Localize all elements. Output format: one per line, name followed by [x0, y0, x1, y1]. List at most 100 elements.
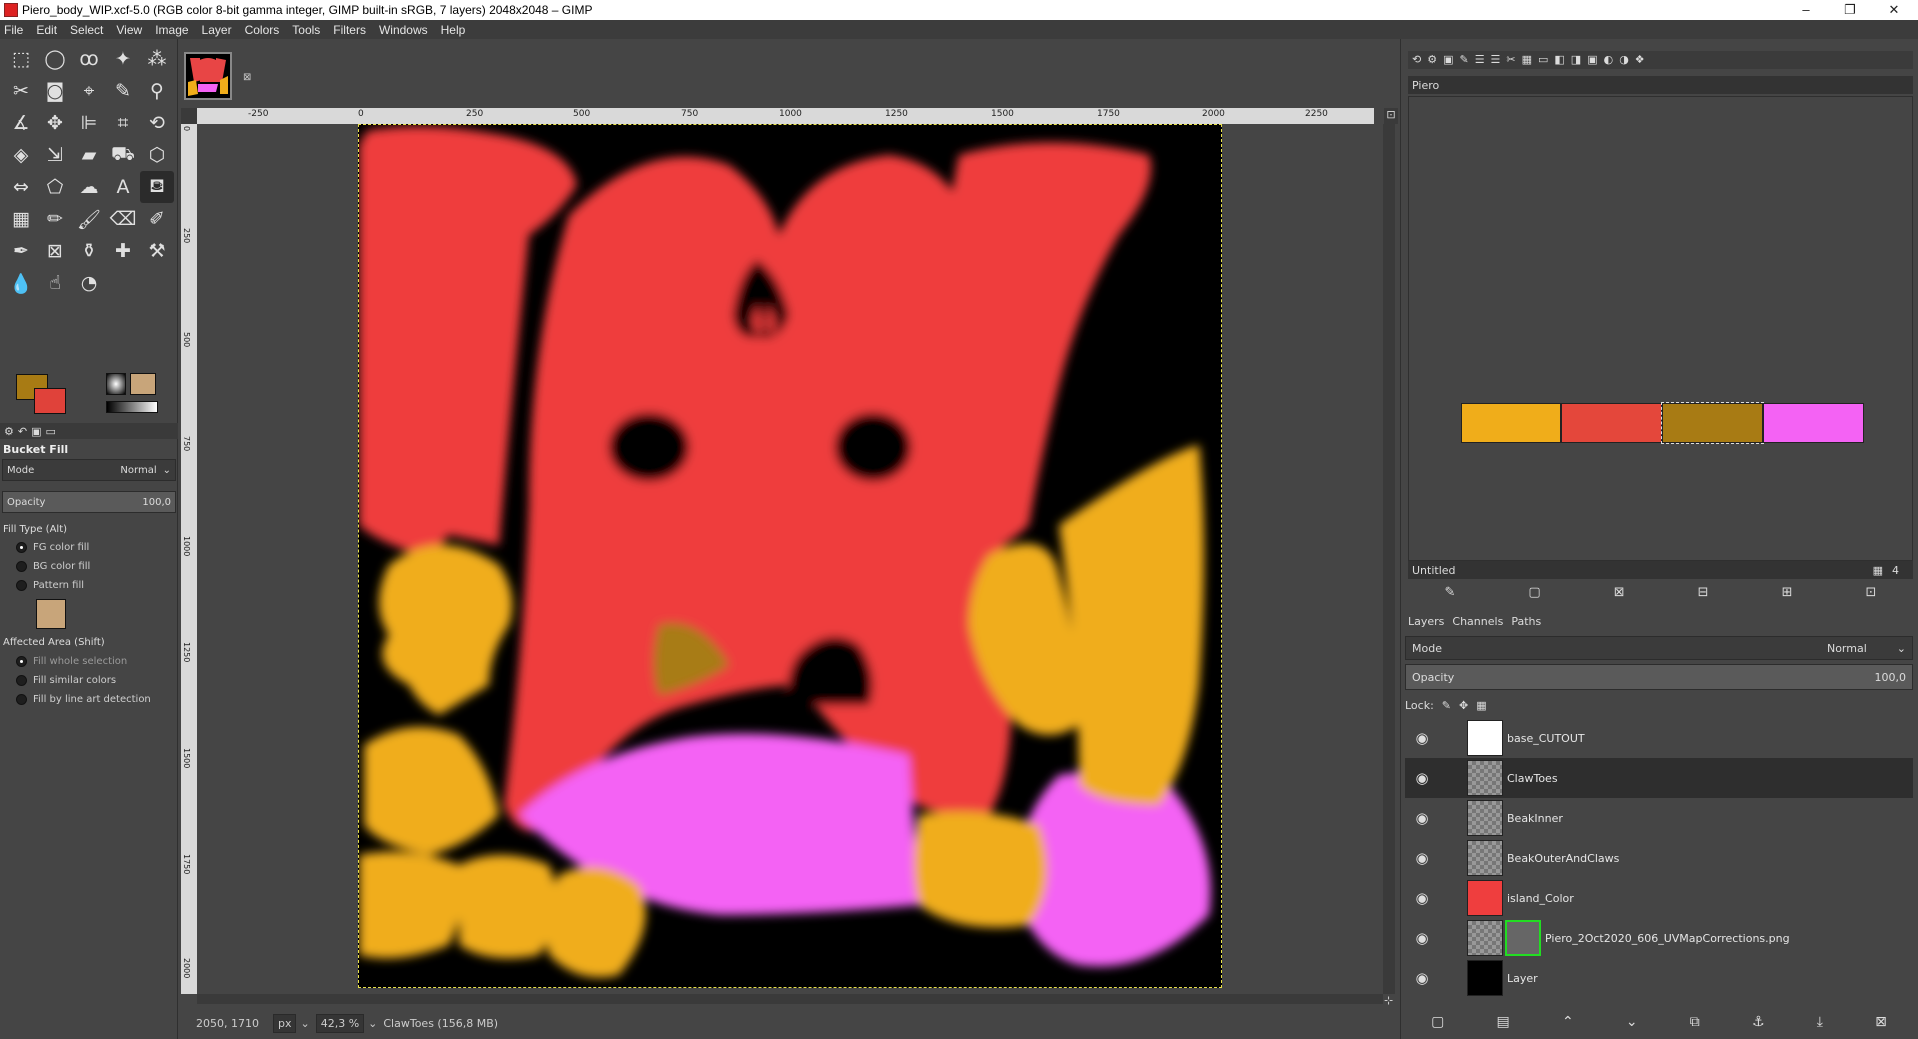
palette-swatch-1[interactable] [1461, 403, 1561, 443]
palette-name[interactable]: Piero [1408, 76, 1913, 94]
new-color-icon[interactable]: ▢ [1528, 585, 1540, 600]
scissors-icon[interactable]: ✂ [4, 75, 38, 107]
airbrush-icon[interactable]: ✐ [140, 203, 174, 235]
align-icon[interactable]: ⊫ [72, 107, 106, 139]
images-tab-icon[interactable]: ▣ [31, 425, 41, 438]
chevron-down-icon[interactable]: ⌄ [368, 1017, 377, 1030]
undo-history-tab-icon[interactable]: ↶ [18, 425, 27, 438]
zoom-all-icon[interactable]: ⊡ [1866, 585, 1877, 600]
measure-icon[interactable]: ∡ [4, 107, 38, 139]
flip-icon[interactable]: ⇔ [4, 171, 38, 203]
delete-color-icon[interactable]: ⊠ [1614, 585, 1625, 600]
menu-windows[interactable]: Windows [379, 23, 428, 37]
eye-icon[interactable]: ◉ [1405, 889, 1439, 907]
palette-swatch-3[interactable] [1661, 402, 1764, 444]
menu-select[interactable]: Select [70, 23, 103, 37]
close-image-tab-icon[interactable]: ⊠ [243, 72, 251, 83]
chevron-down-icon[interactable]: ⌄ [1897, 642, 1906, 655]
raise-layer-icon[interactable]: ⌃ [1562, 1014, 1574, 1030]
eye-icon[interactable]: ◉ [1405, 729, 1439, 747]
zoom-to-fit-icon[interactable]: ⊡ [1384, 108, 1398, 124]
layer-row[interactable]: ◉ BeakOuterAndClaws [1405, 838, 1913, 878]
rect-select-icon[interactable]: ⬚ [4, 43, 38, 75]
brush-preview[interactable] [106, 373, 126, 395]
anchor-layer-icon[interactable]: ⚓ [1752, 1014, 1765, 1030]
fill-pattern-preview[interactable] [36, 599, 66, 629]
lasso-icon[interactable]: ꝏ [72, 43, 106, 75]
layer-mode-select[interactable]: Normal [1827, 642, 1867, 655]
pattern-preview[interactable] [130, 373, 156, 395]
paintbrush-icon[interactable]: 🖌 [72, 203, 106, 235]
eye-icon[interactable]: ◉ [1405, 849, 1439, 867]
menu-edit[interactable]: Edit [36, 23, 57, 37]
mypaint-brush-icon[interactable]: ⊠ [38, 235, 72, 267]
background-color[interactable] [34, 388, 66, 414]
duplicate-layer-icon[interactable]: ⧉ [1690, 1014, 1700, 1030]
mode-select[interactable]: Normal [120, 465, 156, 476]
chevron-down-icon[interactable]: ⌄ [163, 465, 171, 476]
menu-image[interactable]: Image [155, 23, 188, 37]
palette-swatch-4[interactable] [1763, 403, 1864, 443]
eye-icon[interactable]: ◉ [1405, 809, 1439, 827]
dodge-burn-icon[interactable]: ◔ [72, 267, 106, 299]
gradient-preview[interactable] [106, 401, 158, 413]
edit-color-icon[interactable]: ✎ [1445, 585, 1456, 600]
zoom-in-icon[interactable]: ⊞ [1782, 585, 1793, 600]
affected-whole-selection[interactable]: Fill whole selection [16, 653, 176, 669]
heal-icon[interactable]: ✚ [106, 235, 140, 267]
eraser-icon[interactable]: ⌫ [106, 203, 140, 235]
ellipse-select-icon[interactable]: ◯ [38, 43, 72, 75]
eye-icon[interactable]: ◉ [1405, 769, 1439, 787]
lower-layer-icon[interactable]: ⌄ [1626, 1014, 1638, 1030]
text-icon[interactable]: A [106, 171, 140, 203]
menu-filters[interactable]: Filters [333, 23, 366, 37]
image-canvas[interactable] [358, 124, 1222, 988]
image-tab-thumbnail[interactable] [184, 52, 232, 100]
lock-position-icon[interactable]: ✥ [1459, 699, 1468, 712]
layer-opacity-slider[interactable]: Opacity 100,0 [1405, 664, 1913, 690]
zoom-select[interactable]: 42,3 % [315, 1014, 365, 1033]
tab-channels[interactable]: Channels [1452, 615, 1503, 628]
color-name-field[interactable]: Untitled [1412, 564, 1456, 577]
menu-help[interactable]: Help [441, 23, 466, 37]
scale-icon[interactable]: ⇲ [38, 139, 72, 171]
horizontal-scrollbar[interactable] [197, 994, 1383, 1004]
navigate-icon[interactable]: ⊹ [1384, 994, 1393, 1007]
perspective-clone-icon[interactable]: ⚒ [140, 235, 174, 267]
clone-icon[interactable]: ⚱ [72, 235, 106, 267]
zoom-icon[interactable]: ⚲ [140, 75, 174, 107]
chevron-down-icon[interactable]: ⌄ [300, 1017, 309, 1030]
affected-similar-colors[interactable]: Fill similar colors [16, 672, 176, 688]
minimize-button[interactable]: – [1784, 0, 1828, 20]
move-icon[interactable]: ✥ [38, 107, 72, 139]
layer-row[interactable]: ◉ BeakInner [1405, 798, 1913, 838]
layer-row-selected[interactable]: ◉ ClawToes [1405, 758, 1913, 798]
devices-tab-icon[interactable]: ▭ [46, 425, 56, 438]
tab-layers[interactable]: Layers [1408, 615, 1444, 628]
layer-row[interactable]: ◉ Piero_2Oct2020_606_UVMapCorrections.pn… [1405, 918, 1913, 958]
warp-icon[interactable]: ☁ [72, 171, 106, 203]
columns-field[interactable]: 4 [1892, 564, 1899, 577]
quick-mask-corner[interactable] [181, 108, 197, 124]
bucket-fill-icon[interactable]: ⛾ [140, 171, 174, 203]
layer-row[interactable]: ◉ Layer [1405, 958, 1913, 998]
layer-mode-row[interactable]: Mode Normal ⌄ [1405, 636, 1913, 660]
menu-tools[interactable]: Tools [292, 23, 320, 37]
unit-select[interactable]: px [272, 1014, 297, 1033]
eye-icon[interactable]: ◉ [1405, 929, 1439, 947]
menu-colors[interactable]: Colors [245, 23, 280, 37]
fill-type-bg[interactable]: BG color fill [16, 558, 176, 574]
shear-icon[interactable]: ▰ [72, 139, 106, 171]
layer-row[interactable]: ◉ island_Color [1405, 878, 1913, 918]
tab-paths[interactable]: Paths [1511, 615, 1541, 628]
mode-row[interactable]: Mode Normal ⌄ [2, 459, 176, 481]
foreground-select-icon[interactable]: ◙ [38, 75, 72, 107]
lock-alpha-icon[interactable]: ▦ [1476, 699, 1486, 712]
menu-view[interactable]: View [116, 23, 142, 37]
cage-transform-icon[interactable]: ⬠ [38, 171, 72, 203]
fuzzy-select-icon[interactable]: ✦ [106, 43, 140, 75]
warp-transform-icon[interactable]: ◈ [4, 139, 38, 171]
lock-pixels-icon[interactable]: ✎ [1442, 699, 1451, 712]
gradient-icon[interactable]: ▦ [4, 203, 38, 235]
layer-row[interactable]: ◉ base_CUTOUT [1405, 718, 1913, 758]
